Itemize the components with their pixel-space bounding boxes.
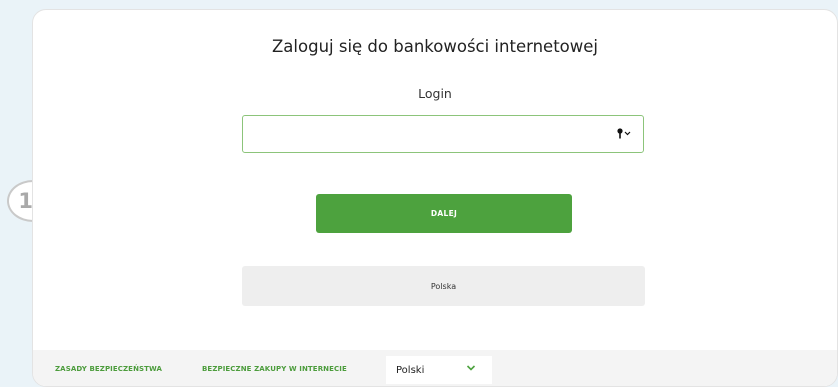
login-field[interactable] [242, 115, 644, 153]
login-label: Login [418, 86, 452, 101]
login-input[interactable] [243, 116, 643, 152]
login-card: Zaloguj się do bankowości internetowej L… [32, 9, 838, 387]
chevron-down-icon [624, 131, 631, 136]
language-selected-value: Polski [396, 364, 425, 376]
footer: ZASADY BEZPIECZEŃSTWA BEZPIECZNE ZAKUPY … [33, 350, 837, 386]
language-select[interactable]: Polski [386, 356, 492, 384]
chevron-down-icon [466, 365, 476, 371]
page-title: Zaloguj się do bankowości internetowej [272, 37, 598, 56]
safe-shopping-link[interactable]: BEZPIECZNE ZAKUPY W INTERNECIE [202, 365, 347, 373]
key-dropdown-toggle[interactable] [617, 128, 631, 139]
security-rules-link[interactable]: ZASADY BEZPIECZEŃSTWA [55, 365, 162, 373]
key-icon [617, 128, 623, 139]
next-button[interactable]: DALEJ [316, 194, 572, 233]
region-button[interactable]: Polska [242, 266, 645, 306]
